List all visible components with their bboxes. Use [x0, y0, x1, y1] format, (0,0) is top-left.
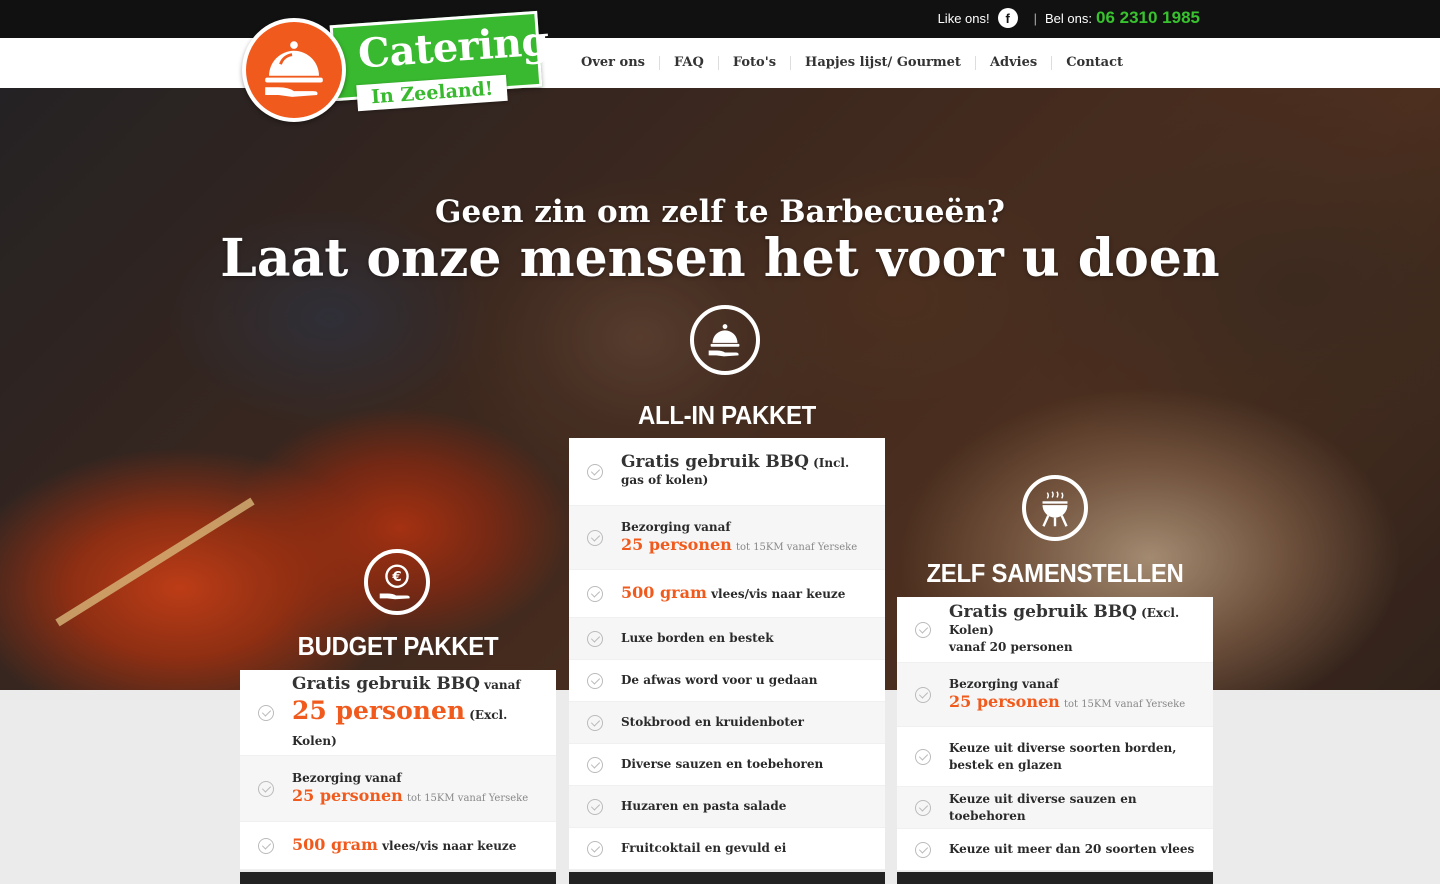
svg-text:€: € [391, 570, 401, 585]
list-item: De afwas word voor u gedaan [569, 660, 885, 702]
check-icon [915, 686, 931, 703]
nav-contact[interactable]: Contact [1052, 56, 1137, 70]
phone-link[interactable]: 06 2310 1985 [1096, 8, 1200, 28]
zelf-card-footer [897, 872, 1213, 884]
grill-icon [1022, 475, 1088, 541]
list-item: Stokbrood en kruidenboter [569, 702, 885, 744]
euro-hand-icon: € [364, 549, 430, 615]
check-icon [587, 672, 603, 689]
check-icon [915, 621, 931, 638]
check-icon [587, 630, 603, 647]
check-icon [258, 780, 274, 797]
logo-cloche-icon [242, 18, 346, 122]
allin-card-footer [569, 872, 885, 884]
check-icon [258, 704, 274, 721]
nav-fotos[interactable]: Foto's [719, 56, 792, 70]
main-nav: Over ons FAQ Foto's Hapjes lijst/ Gourme… [567, 38, 1137, 88]
check-icon [587, 798, 603, 815]
list-item: Gratis gebruik BBQ (Excl. Kolen) vanaf 20… [897, 597, 1213, 663]
cloche-hand-icon [690, 305, 760, 375]
nav-hapjes-lijst[interactable]: Hapjes lijst/ Gourmet [791, 56, 976, 70]
list-item: Keuze uit meer dan 20 soorten vlees [897, 829, 1213, 871]
budget-title: BUDGET PAKKET [297, 631, 499, 661]
check-icon [587, 756, 603, 773]
check-icon [587, 714, 603, 731]
zelf-title: ZELF SAMENSTELLEN [926, 558, 1184, 588]
check-icon [915, 799, 931, 816]
call-label: Bel ons: [1045, 10, 1092, 26]
budget-card: Gratis gebruik BBQ vanaf 25 personen (Exc… [240, 670, 556, 870]
list-item: Bezorging vanaf 25 personen tot 15KM vana… [897, 663, 1213, 727]
topbar-contact: Like ons! f | Bel ons: 06 2310 1985 [938, 8, 1200, 28]
skewer-decoration [55, 497, 255, 627]
list-item: Fruitcoktail en gevuld ei [569, 828, 885, 870]
budget-card-footer [240, 872, 556, 884]
list-item: Gratis gebruik BBQ (Incl. gas of kolen) [569, 438, 885, 506]
main-navbar: Over ons FAQ Foto's Hapjes lijst/ Gourme… [0, 38, 1440, 88]
list-item: Diverse sauzen en toebehoren [569, 744, 885, 786]
hero-subtitle: Geen zin om zelf te Barbecueën? [435, 194, 1005, 230]
nav-over-ons[interactable]: Over ons [567, 56, 660, 70]
check-icon [587, 585, 603, 602]
check-icon [915, 841, 931, 858]
list-item: 500 gram vlees/vis naar keuze [240, 822, 556, 870]
list-item: Gratis gebruik BBQ vanaf 25 personen (Exc… [240, 670, 556, 756]
top-bar: Like ons! f | Bel ons: 06 2310 1985 [0, 0, 1440, 38]
list-item: Bezorging vanaf 25 personen tot 15KM vana… [240, 756, 556, 822]
list-item: 500 gram vlees/vis naar keuze [569, 570, 885, 618]
check-icon [587, 529, 603, 546]
facebook-icon[interactable]: f [997, 8, 1018, 28]
check-icon [258, 837, 274, 854]
like-label: Like ons! [937, 10, 990, 26]
check-icon [915, 748, 931, 765]
check-icon [587, 840, 603, 857]
list-item: Keuze uit diverse soorten borden, bestek… [897, 727, 1213, 787]
list-item: Huzaren en pasta salade [569, 786, 885, 828]
hero-title: Laat onze mensen het voor u doen [220, 228, 1220, 289]
separator: | [1033, 10, 1038, 26]
list-item: Luxe borden en bestek [569, 618, 885, 660]
allin-card: Gratis gebruik BBQ (Incl. gas of kolen) … [569, 438, 885, 870]
list-item: Bezorging vanaf 25 personen tot 15KM vana… [569, 506, 885, 570]
zelf-card: Gratis gebruik BBQ (Excl. Kolen) vanaf 20… [897, 597, 1213, 871]
nav-faq[interactable]: FAQ [660, 56, 719, 70]
list-item: Keuze uit diverse sauzen en toebehoren [897, 787, 1213, 829]
allin-title: ALL-IN PAKKET [637, 400, 817, 430]
nav-advies[interactable]: Advies [976, 56, 1053, 70]
site-logo[interactable]: Catering In Zeeland! [240, 10, 550, 128]
check-icon [587, 463, 603, 480]
